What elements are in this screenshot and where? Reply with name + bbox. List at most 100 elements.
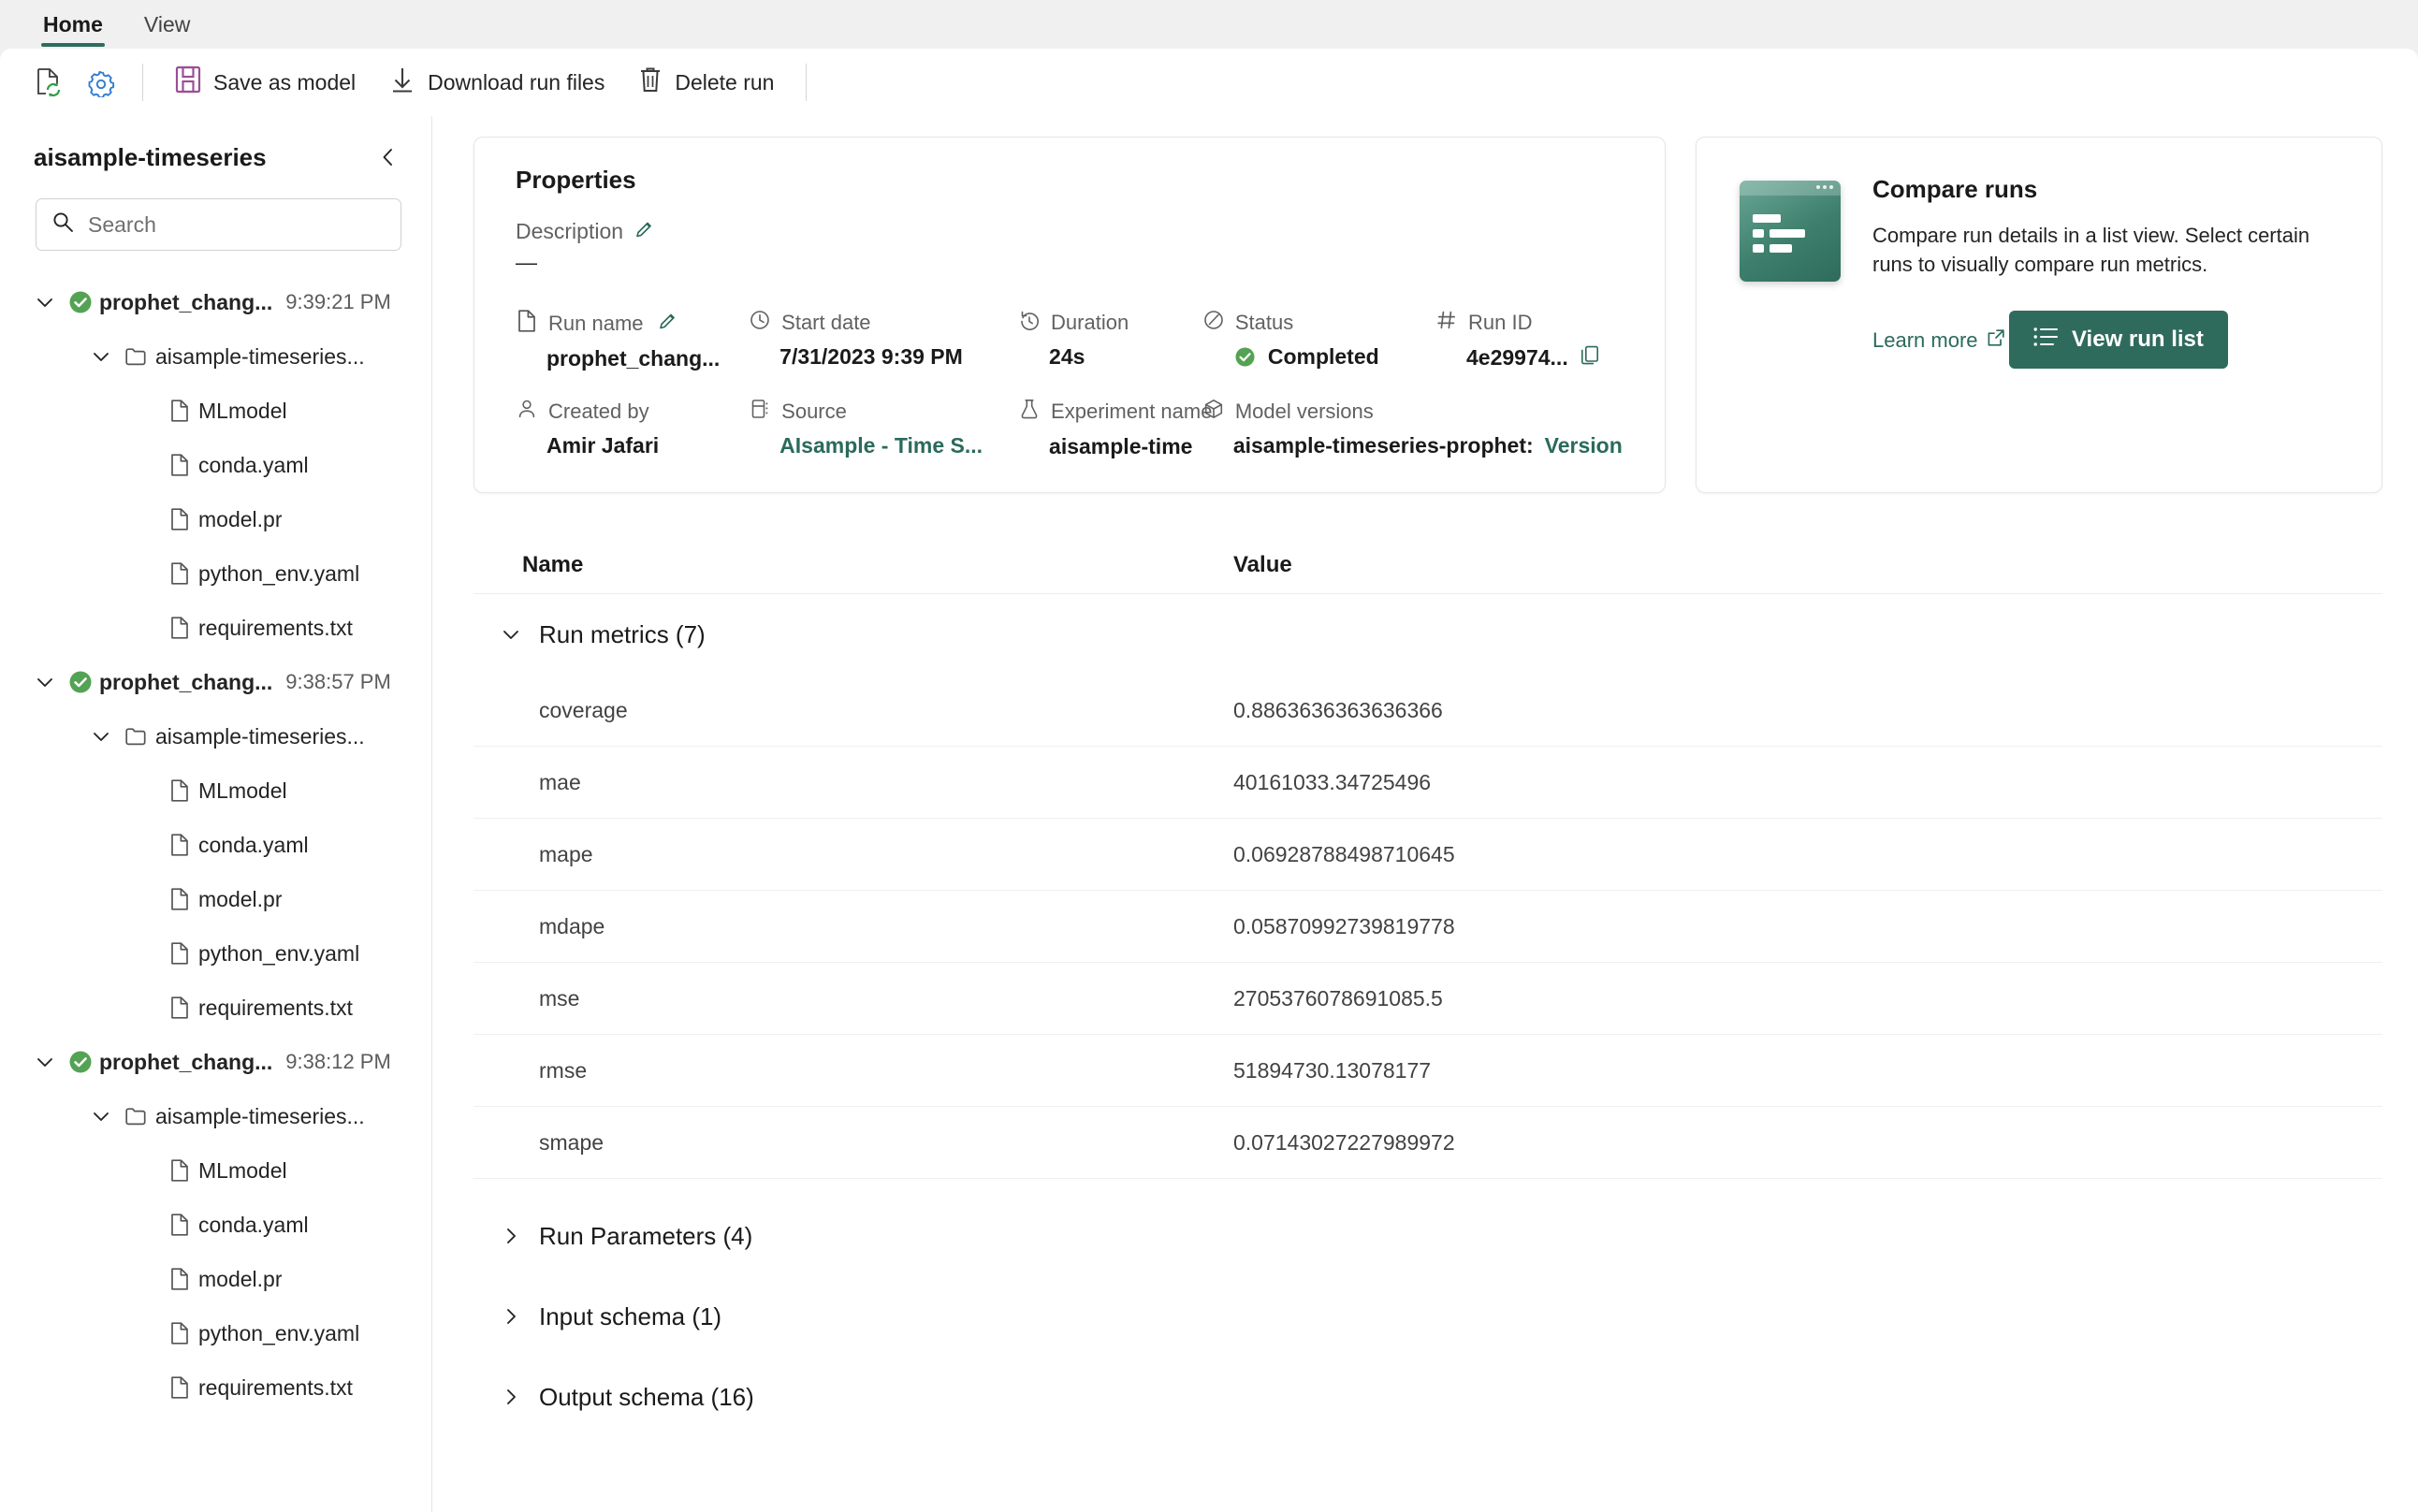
metric-value: 51894730.13078177 [1233,1057,1432,1083]
status-badge-icon [1233,345,1257,369]
tree-run-item[interactable]: prophet_chang... 9:39:21 PM [0,275,431,329]
delete-run-button[interactable]: Delete run [623,58,789,107]
delete-run-label: Delete run [675,69,775,94]
tree-item-label: prophet_chang... [99,669,273,694]
table-group-row[interactable]: Output schema (16) [473,1357,2382,1437]
tree-run-item[interactable]: prophet_chang... 9:38:57 PM [0,655,431,709]
save-as-model-label: Save as model [213,69,357,94]
status-success-icon [62,1049,99,1075]
table-row[interactable]: mse 2705376078691085.5 [473,963,2382,1035]
chevron-down-icon[interactable] [28,1052,62,1072]
tree-item-label: python_env.yaml [198,940,360,966]
metric-value: 2705376078691085.5 [1233,985,1443,1010]
tab-home[interactable]: Home [26,7,120,49]
learn-more-link[interactable]: Learn more [1872,328,2005,353]
tree-file-item[interactable]: requirements.txt [0,981,431,1035]
tree-file-item[interactable]: model.pr [0,492,431,546]
chevron-down-icon[interactable] [84,346,118,367]
tree-file-item[interactable]: model.pr [0,1252,431,1306]
copy-icon[interactable] [1580,344,1600,371]
search-icon [51,211,75,239]
chevron-down-icon[interactable] [28,292,62,313]
refresh-document-icon[interactable] [24,58,73,107]
tree-item-label: conda.yaml [198,1212,309,1237]
chevron-down-icon[interactable] [84,726,118,747]
chevron-down-icon[interactable] [483,624,539,645]
table-group-row[interactable]: Input schema (1) [473,1276,2382,1357]
tree-file-item[interactable]: requirements.txt [0,601,431,655]
metric-value: 0.07143027227989972 [1233,1129,1455,1155]
tree-item-label: conda.yaml [198,832,309,857]
model-version-link[interactable]: Version 3 [1545,433,1627,458]
tree-file-item[interactable]: conda.yaml [0,1198,431,1252]
tree-file-item[interactable]: MLmodel [0,384,431,438]
pencil-icon[interactable] [634,220,654,244]
description-value: — [516,250,538,274]
chevron-down-icon[interactable] [84,1106,118,1127]
metric-name: smape [539,1129,604,1155]
person-icon [516,398,538,426]
chevron-right-icon[interactable] [483,1226,539,1246]
download-icon [389,65,415,99]
tree-file-item[interactable]: python_env.yaml [0,1306,431,1360]
table-row[interactable]: coverage 0.8863636363636366 [473,675,2382,747]
table-row[interactable]: mape 0.06928788498710645 [473,819,2382,891]
tab-view[interactable]: View [127,7,207,49]
external-link-icon [1987,328,2005,353]
chevron-left-icon[interactable] [370,138,407,176]
download-run-files-label: Download run files [428,69,605,94]
chevron-down-icon[interactable] [28,672,62,692]
property-value[interactable]: AIsample - Time S... [779,433,1009,458]
tree-file-item[interactable]: python_env.yaml [0,546,431,601]
table-group-row[interactable]: Run metrics (7) [473,594,2382,675]
property-run_name: Run name prophet_chang... [516,309,739,371]
table-row[interactable]: smape 0.07143027227989972 [473,1107,2382,1179]
tree-item-label: model.pr [198,886,283,911]
property-label-row: Source [749,398,1009,426]
download-run-files-button[interactable]: Download run files [374,58,619,107]
property-value: Completed [1233,344,1426,370]
column-header-name: Name [522,551,584,577]
tree-file-item[interactable]: requirements.txt [0,1360,431,1415]
tree-file-item[interactable]: MLmodel [0,1143,431,1198]
tree-folder-item[interactable]: aisample-timeseries... [0,709,431,763]
tree-file-item[interactable]: conda.yaml [0,818,431,872]
table-row[interactable]: mdape 0.05870992739819778 [473,891,2382,963]
search-container [0,185,431,260]
run-file-tree[interactable]: prophet_chang... 9:39:21 PM aisample-times… [0,260,431,1512]
tree-file-item[interactable]: model.pr [0,872,431,926]
table-group-row[interactable]: Run Parameters (4) [473,1196,2382,1276]
property-value-text: AIsample - Time S... [779,433,983,458]
pencil-icon[interactable] [658,312,677,337]
tree-folder-item[interactable]: aisample-timeseries... [0,1089,431,1143]
property-label-row: Created by [516,398,739,426]
list-icon [2033,327,2058,354]
property-status: Status Completed [1202,309,1426,371]
metric-name: rmse [539,1057,588,1083]
status-icon [1202,309,1225,337]
chevron-right-icon[interactable] [483,1387,539,1407]
search-box[interactable] [36,198,401,251]
tree-file-item[interactable]: conda.yaml [0,438,431,492]
chevron-right-icon[interactable] [483,1306,539,1327]
tree-item-timestamp: 9:38:57 PM [285,670,391,693]
file-icon [161,561,198,586]
table-row[interactable]: rmse 51894730.13078177 [473,1035,2382,1107]
file-icon [516,309,538,339]
metric-value: 0.05870992739819778 [1233,913,1455,938]
save-as-model-button[interactable]: Save as model [160,58,371,107]
property-value-text: 7/31/2023 9:39 PM [779,344,963,369]
tree-file-item[interactable]: MLmodel [0,763,431,818]
description-label: Description [516,219,624,243]
tree-run-item[interactable]: prophet_chang... 9:38:12 PM [0,1035,431,1089]
search-input[interactable] [88,211,386,238]
gear-icon[interactable] [77,58,125,107]
table-row[interactable]: mae 40161033.34725496 [473,747,2382,819]
tree-item-label: aisample-timeseries... [155,343,365,369]
tree-item-label: prophet_chang... [99,1049,273,1074]
view-run-list-button[interactable]: View run list [2008,311,2228,370]
learn-more-label: Learn more [1872,327,1978,352]
tree-file-item[interactable]: python_env.yaml [0,926,431,981]
tree-folder-item[interactable]: aisample-timeseries... [0,329,431,384]
cube-icon [1202,398,1225,426]
